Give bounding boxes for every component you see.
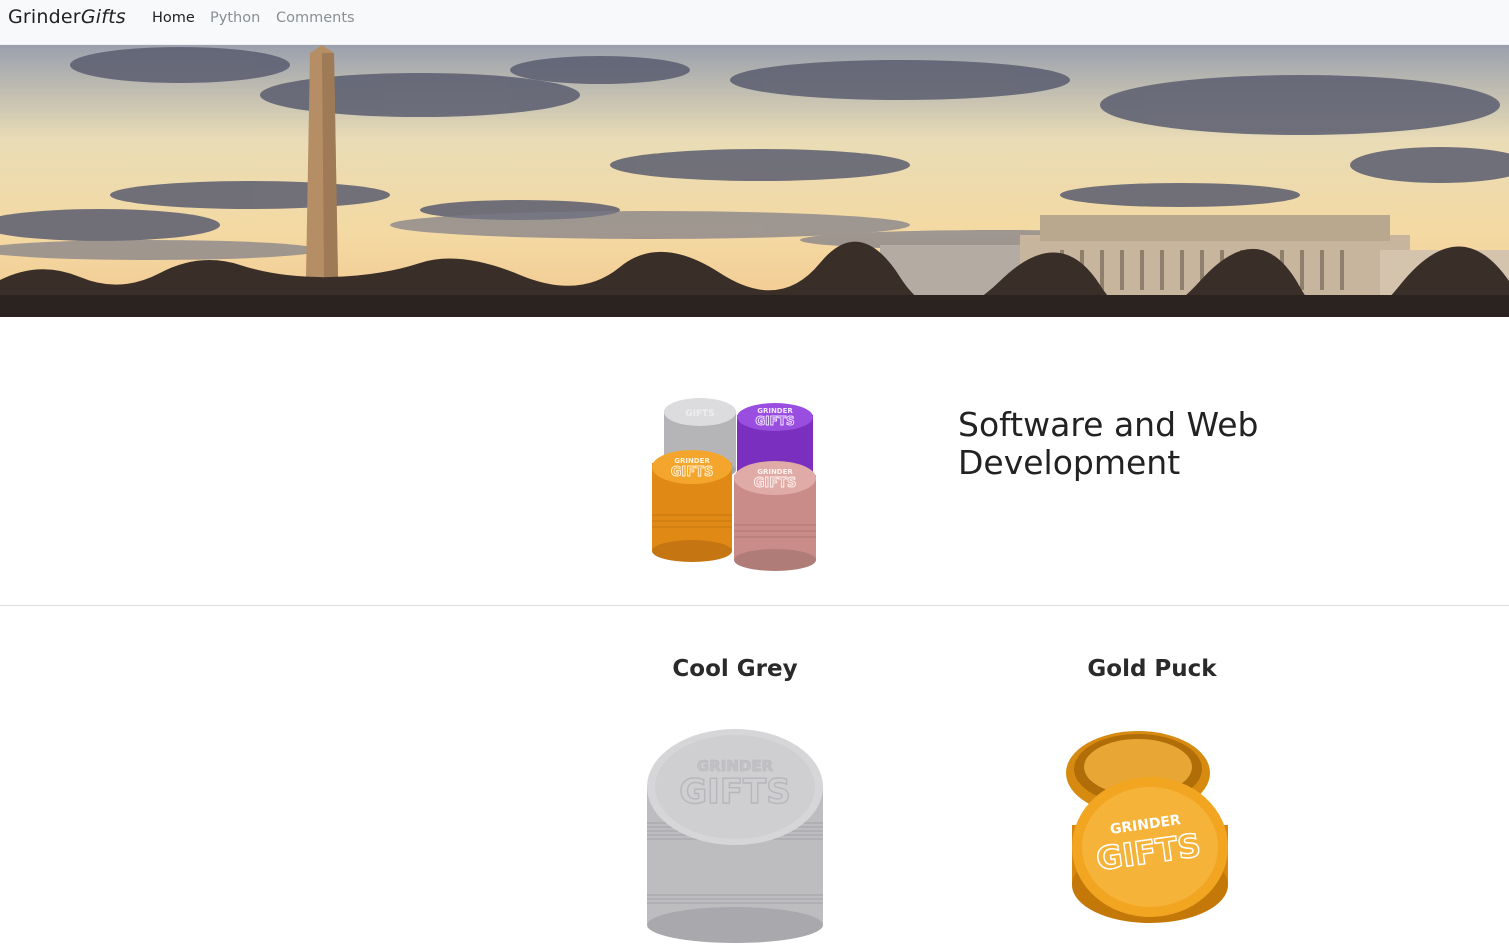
svg-text:GIFTS: GIFTS xyxy=(671,465,714,480)
svg-text:GRINDER: GRINDER xyxy=(674,457,710,465)
brand-logo[interactable]: GrinderGifts xyxy=(8,6,126,28)
grinders-group-image: GIFTS GRINDER GIFTS GRINDER GIFTS GRINDE… xyxy=(614,385,854,590)
section-divider xyxy=(0,605,1509,606)
svg-text:GIFTS: GIFTS xyxy=(754,476,797,491)
svg-text:GIFTS: GIFTS xyxy=(755,414,794,428)
product-title-cool-grey: Cool Grey xyxy=(672,656,798,682)
brand-regular: Grinder xyxy=(8,6,81,28)
nav-comments-link[interactable]: Comments xyxy=(276,10,355,26)
hero-banner-image xyxy=(0,45,1509,317)
feature-heading: Software and Web Development xyxy=(958,405,1259,482)
gold-puck-grinder-image[interactable]: GRINDER GIFTS xyxy=(1030,705,1280,944)
nav-home-link[interactable]: Home xyxy=(152,10,195,26)
nav-python-link[interactable]: Python xyxy=(210,10,260,26)
product-title-gold-puck: Gold Puck xyxy=(1087,656,1217,682)
top-navbar: GrinderGifts Home Python Comments xyxy=(0,0,1509,45)
brand-italic: Gifts xyxy=(80,6,126,28)
svg-text:GIFTS: GIFTS xyxy=(679,772,790,812)
svg-text:GIFTS: GIFTS xyxy=(685,409,715,419)
svg-text:GRINDER: GRINDER xyxy=(757,468,793,476)
cool-grey-grinder-image[interactable]: GRINDER GIFTS xyxy=(610,705,860,944)
